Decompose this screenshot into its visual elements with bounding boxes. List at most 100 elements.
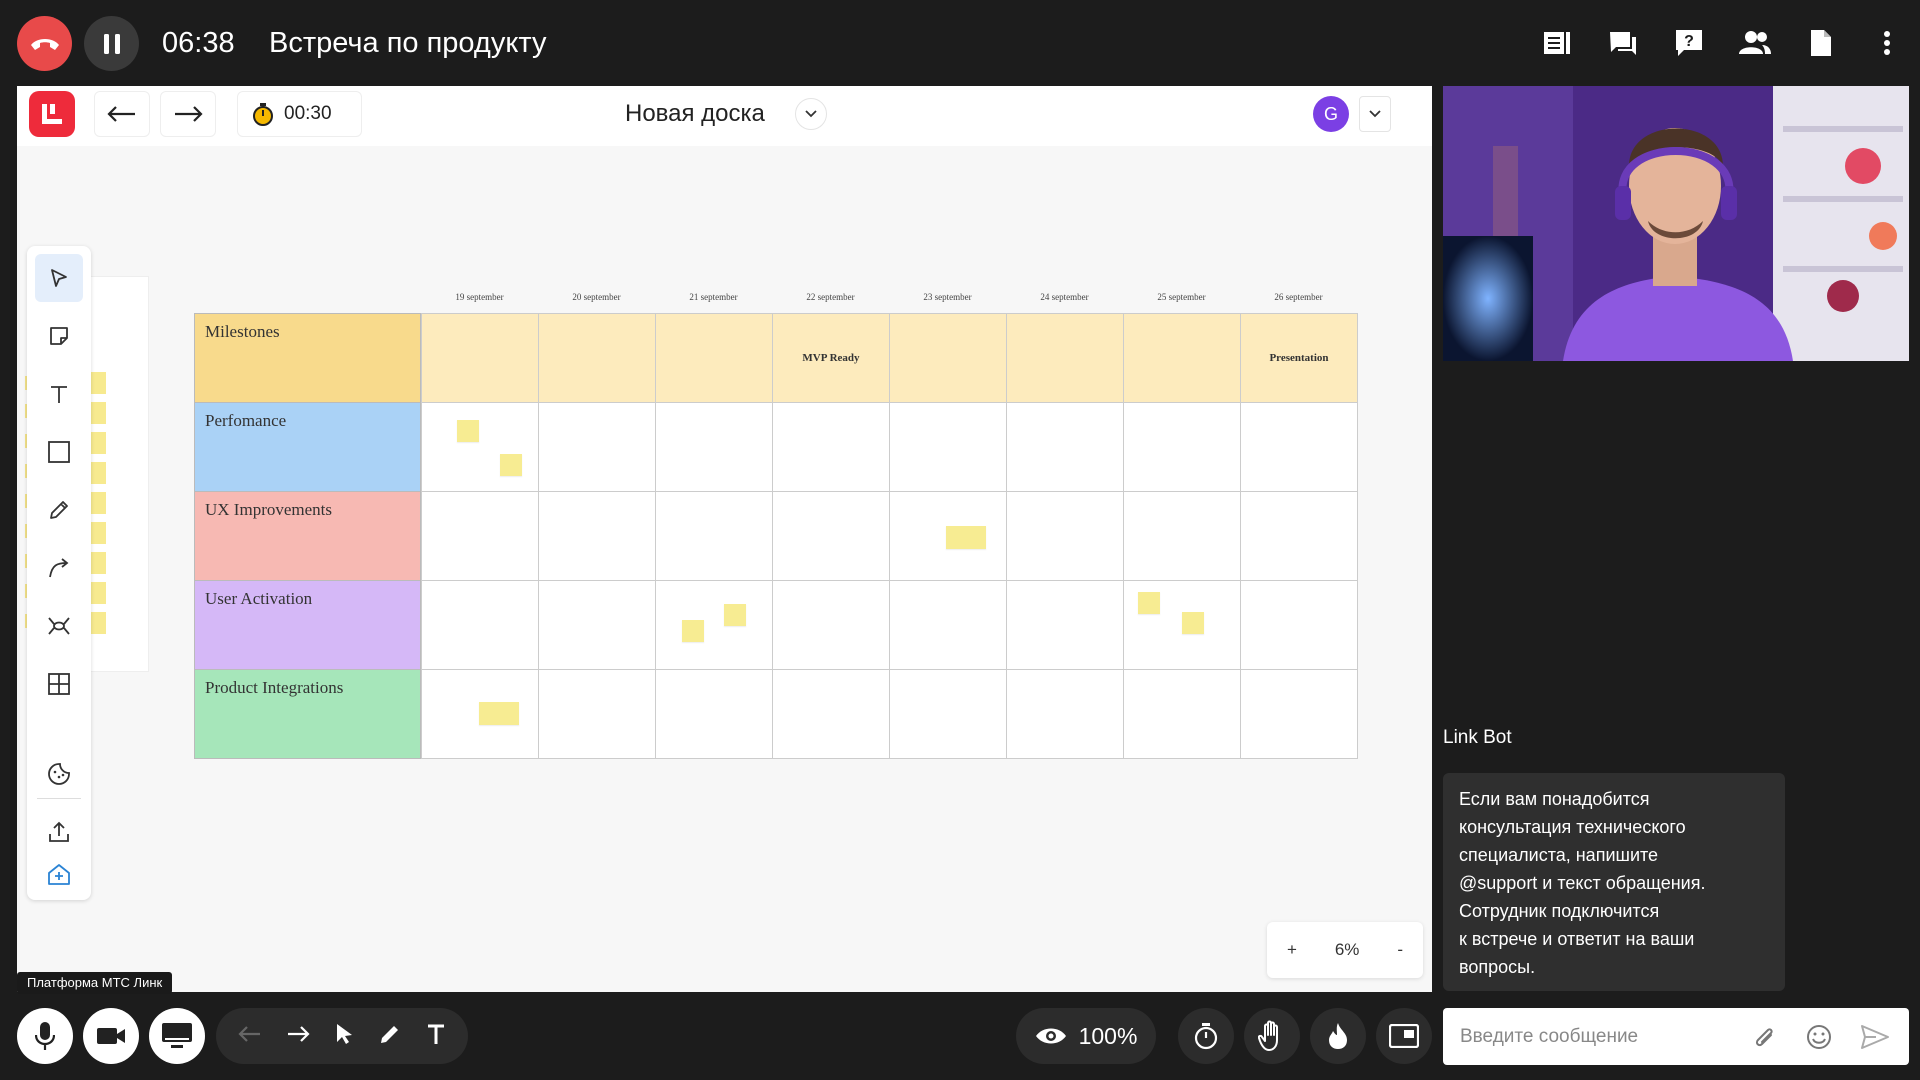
sticky-note[interactable]: [724, 604, 746, 626]
attach-file-button[interactable]: [1749, 1021, 1781, 1053]
redo-button[interactable]: [160, 91, 216, 137]
table-cell[interactable]: [772, 669, 890, 759]
sticker-icon: [48, 763, 70, 785]
participant-video[interactable]: [1443, 86, 1909, 361]
annotation-redo-button[interactable]: [286, 1025, 310, 1048]
table-cell[interactable]: [1240, 491, 1358, 581]
whiteboard[interactable]: 00:30 Новая доска G 19 september 20 sept…: [17, 86, 1432, 992]
annotation-pen-button[interactable]: [378, 1022, 402, 1051]
chat-message-line: к встрече и ответит на ваши: [1459, 929, 1695, 949]
emoji-button[interactable]: [1803, 1021, 1835, 1053]
table-cell[interactable]: [538, 669, 656, 759]
sticky-note[interactable]: [682, 620, 704, 642]
chat-message-input[interactable]: [1443, 1008, 1743, 1065]
sticky-note[interactable]: [946, 526, 986, 549]
table-cell[interactable]: [889, 669, 1007, 759]
table-cell[interactable]: [1006, 580, 1124, 670]
more-menu-button[interactable]: [1854, 0, 1920, 86]
send-message-button[interactable]: [1859, 1021, 1891, 1053]
sticky-note[interactable]: [500, 454, 522, 476]
shape-tool[interactable]: [35, 428, 83, 476]
participants-button[interactable]: [1722, 0, 1788, 86]
table-cell[interactable]: [1123, 669, 1241, 759]
table-cell[interactable]: [889, 402, 1007, 492]
stickers-tool[interactable]: [35, 750, 83, 798]
table-cell[interactable]: [421, 580, 539, 670]
annotation-text-button[interactable]: [426, 1023, 446, 1050]
reactions-button[interactable]: [1310, 1008, 1366, 1064]
screen-share-button[interactable]: [149, 1008, 205, 1064]
zoom-in-button[interactable]: +: [1287, 940, 1297, 960]
table-cell[interactable]: [1123, 402, 1241, 492]
mind-map-tool[interactable]: [35, 602, 83, 650]
agenda-button[interactable]: [1524, 0, 1590, 86]
table-cell[interactable]: [538, 313, 656, 403]
table-cell[interactable]: [538, 580, 656, 670]
table-cell[interactable]: [421, 491, 539, 581]
pause-recording-button[interactable]: [84, 16, 139, 71]
table-cell[interactable]: [655, 669, 773, 759]
add-app-tool[interactable]: [35, 850, 83, 898]
select-tool[interactable]: [35, 254, 83, 302]
raise-hand-button[interactable]: [1244, 1008, 1300, 1064]
table-tool[interactable]: [35, 660, 83, 708]
table-cell[interactable]: [1123, 491, 1241, 581]
hangup-button[interactable]: [17, 16, 72, 71]
connector-tool[interactable]: [35, 544, 83, 592]
layout-button[interactable]: [1376, 1008, 1432, 1064]
board-title[interactable]: Новая доска: [625, 100, 765, 128]
table-cell[interactable]: [1006, 491, 1124, 581]
table-cell[interactable]: [421, 402, 539, 492]
annotation-pointer-button[interactable]: [334, 1022, 354, 1051]
table-cell[interactable]: [538, 491, 656, 581]
table-cell[interactable]: [772, 580, 890, 670]
zoom-out-button[interactable]: -: [1397, 940, 1403, 960]
table-cell[interactable]: [772, 402, 890, 492]
table-cell[interactable]: [655, 580, 773, 670]
annotation-undo-button[interactable]: [238, 1025, 262, 1048]
pen-tool[interactable]: [35, 486, 83, 534]
sticky-note[interactable]: [1138, 592, 1160, 614]
table-cell[interactable]: [538, 402, 656, 492]
text-tool[interactable]: [35, 370, 83, 418]
microphone-icon: [35, 1022, 55, 1050]
table-cell[interactable]: [1240, 580, 1358, 670]
sticky-note-tool[interactable]: [35, 312, 83, 360]
mts-link-logo[interactable]: [29, 91, 75, 137]
upload-tool[interactable]: [35, 808, 83, 856]
table-cell[interactable]: [772, 491, 890, 581]
camera-button[interactable]: [83, 1008, 139, 1064]
user-avatar[interactable]: G: [1313, 96, 1349, 132]
timer-button[interactable]: [1178, 1008, 1234, 1064]
board-title-dropdown[interactable]: [795, 98, 827, 130]
table-cell[interactable]: [1240, 669, 1358, 759]
chat-input-container: [1443, 1008, 1909, 1065]
table-cell[interactable]: [1123, 313, 1241, 403]
meeting-timer: 06:38: [162, 27, 235, 59]
milestone-presentation[interactable]: Presentation: [1240, 313, 1358, 403]
viewers-indicator[interactable]: 100%: [1016, 1008, 1156, 1064]
microphone-button[interactable]: [17, 1008, 73, 1064]
table-cell[interactable]: [1240, 402, 1358, 492]
table-cell[interactable]: [1006, 669, 1124, 759]
sticky-note[interactable]: [479, 702, 519, 725]
table-cell[interactable]: [655, 402, 773, 492]
chat-button[interactable]: [1590, 0, 1656, 86]
table-cell[interactable]: [1006, 313, 1124, 403]
table-cell[interactable]: [889, 580, 1007, 670]
svg-text:?: ?: [1684, 33, 1694, 50]
board-timer[interactable]: 00:30: [237, 91, 362, 137]
table-cell[interactable]: [655, 313, 773, 403]
users-dropdown[interactable]: [1359, 96, 1391, 132]
table-cell[interactable]: [889, 313, 1007, 403]
questions-button[interactable]: ?: [1656, 0, 1722, 86]
table-cell[interactable]: [1006, 402, 1124, 492]
table-cell[interactable]: [421, 313, 539, 403]
table-cell[interactable]: [655, 491, 773, 581]
files-button[interactable]: [1788, 0, 1854, 86]
text-icon: [51, 386, 67, 403]
milestone-mvp-ready[interactable]: MVP Ready: [772, 313, 890, 403]
sticky-note[interactable]: [1182, 612, 1204, 634]
undo-button[interactable]: [94, 91, 150, 137]
sticky-note[interactable]: [457, 420, 479, 442]
